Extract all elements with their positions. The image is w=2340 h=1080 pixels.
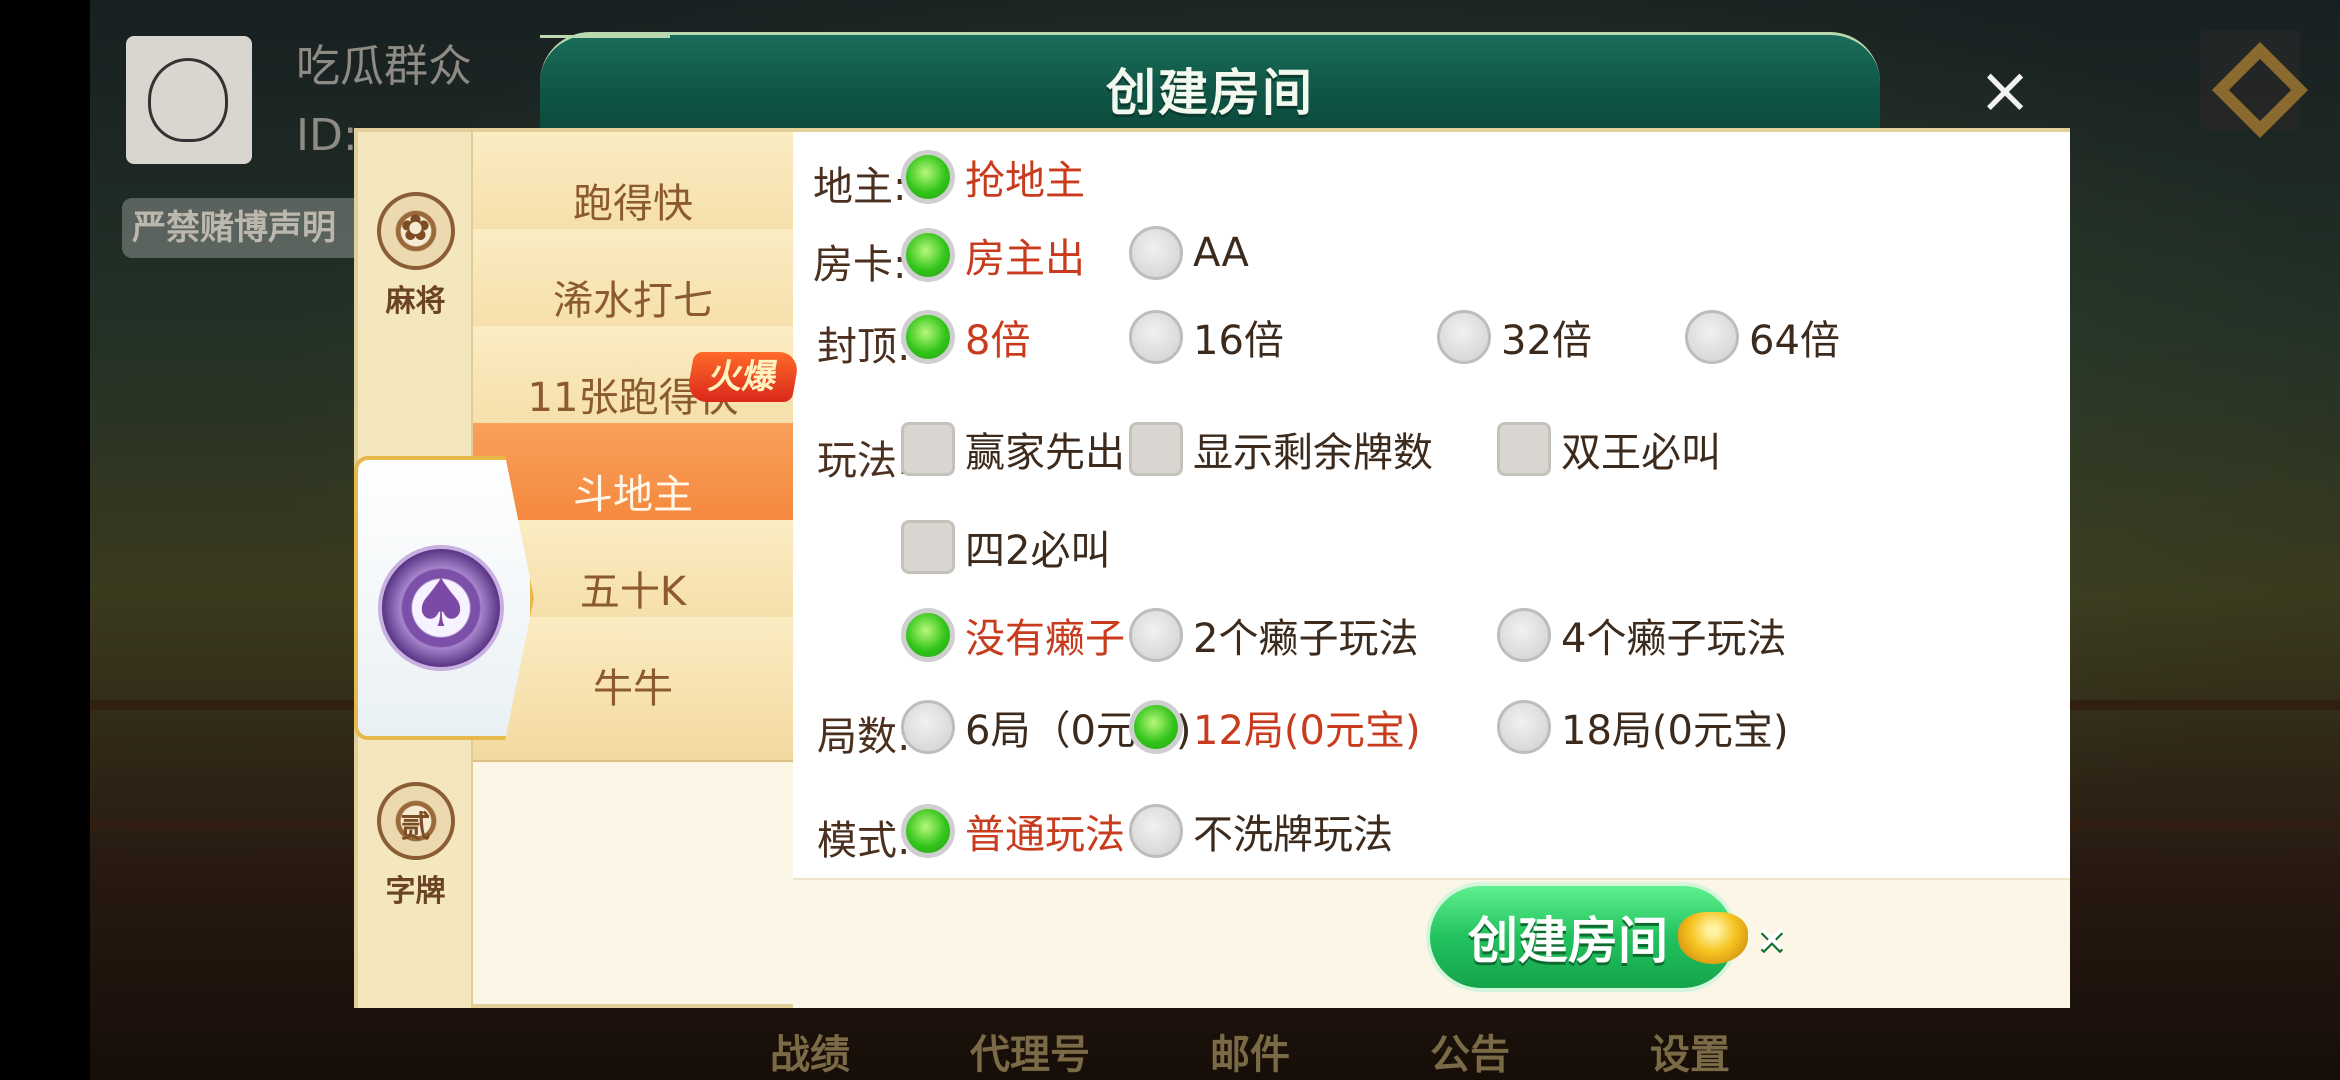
- mahjong-icon: ✿: [376, 192, 455, 270]
- radio-off-icon: [1437, 310, 1491, 364]
- check-show-remaining[interactable]: 显示剩余牌数: [1129, 420, 1433, 478]
- category-poker-tab[interactable]: ♠: [354, 456, 534, 740]
- radio-fangzhuchu[interactable]: 房主出: [901, 226, 1085, 284]
- option-label: AA: [1193, 230, 1249, 276]
- checkbox-icon: [901, 422, 955, 476]
- radio-off-icon: [1497, 608, 1551, 662]
- menu-diamond-icon[interactable]: [2200, 30, 2300, 130]
- radio-on-icon: [901, 228, 955, 282]
- nav-mail[interactable]: 邮件: [1140, 1022, 1360, 1080]
- radio-no-shuffle-mode[interactable]: 不洗牌玩法: [1129, 802, 1393, 860]
- gold-ingot-icon: [1678, 912, 1748, 964]
- option-label: 抢地主: [965, 158, 1085, 204]
- player-id: ID:: [296, 110, 358, 161]
- checkbox-icon: [1497, 422, 1551, 476]
- radio-on-icon: [1129, 700, 1183, 754]
- option-label: 8倍: [965, 318, 1031, 364]
- label-moshi: 模式:: [817, 818, 911, 864]
- avatar[interactable]: [126, 36, 252, 164]
- option-label: 赢家先出: [965, 430, 1125, 476]
- label-fangka: 房卡:: [813, 242, 907, 288]
- option-label: 12局(0元宝): [1193, 708, 1421, 754]
- option-label: 18局(0元宝): [1561, 708, 1789, 754]
- radio-off-icon: [1497, 700, 1551, 754]
- zipai-icon: 贰: [376, 782, 455, 860]
- radio-4-laizi[interactable]: 4个癞子玩法: [1497, 606, 1786, 664]
- radio-2-laizi[interactable]: 2个癞子玩法: [1129, 606, 1418, 664]
- radio-16x[interactable]: 16倍: [1129, 308, 1284, 366]
- option-label: 4个癞子玩法: [1561, 616, 1787, 662]
- category-label: 字牌: [385, 874, 446, 909]
- checkbox-icon: [1129, 422, 1183, 476]
- dialog-title: 创建房间: [1106, 64, 1314, 122]
- option-label: 显示剩余牌数: [1193, 430, 1433, 476]
- option-label: 四2必叫: [965, 528, 1111, 574]
- nav-settings[interactable]: 设置: [1580, 1022, 1800, 1080]
- radio-12-rounds[interactable]: 12局(0元宝): [1129, 698, 1421, 756]
- radio-32x[interactable]: 32倍: [1437, 308, 1592, 366]
- cost-multiplier: ×: [1756, 916, 1788, 960]
- option-label: 2个癞子玩法: [1193, 616, 1419, 662]
- label-jushu: 局数:: [817, 714, 911, 760]
- radio-qiangdizhu[interactable]: 抢地主: [901, 148, 1085, 206]
- nav-record[interactable]: 战绩: [700, 1022, 920, 1080]
- create-room-dialog: 创建房间 × ✿ 麻将 贰 字牌 跑得快 浠水打七 11张跑得快 斗地主 五十K…: [350, 32, 2070, 1012]
- check-winner-first[interactable]: 赢家先出: [901, 420, 1125, 478]
- option-label: 房主出: [965, 236, 1085, 282]
- radio-off-icon: [1129, 804, 1183, 858]
- category-label: 麻将: [385, 284, 446, 319]
- radio-off-icon: [1685, 310, 1739, 364]
- close-button[interactable]: ×: [1970, 56, 2040, 126]
- options-panel[interactable]: 地主: 抢地主 房卡: 房主出 AA 封顶: 8倍 16倍 32倍 64倍 玩法…: [793, 132, 2070, 878]
- option-label: 64倍: [1749, 318, 1840, 364]
- label-fengding: 封顶:: [817, 324, 911, 370]
- dialog-body: ✿ 麻将 贰 字牌 跑得快 浠水打七 11张跑得快 斗地主 五十K 牛牛 ♠ 地…: [354, 128, 2070, 1008]
- radio-off-icon: [901, 700, 955, 754]
- create-room-button[interactable]: 创建房间 ×: [1426, 882, 1788, 992]
- category-zipai[interactable]: 贰 字牌: [358, 782, 473, 910]
- option-label: 没有癞子: [965, 616, 1125, 662]
- nav-agent[interactable]: 代理号: [920, 1022, 1140, 1080]
- radio-on-icon: [901, 608, 955, 662]
- hot-badge: 火爆: [685, 352, 801, 402]
- radio-aa[interactable]: AA: [1129, 226, 1249, 280]
- option-label: 32倍: [1501, 318, 1592, 364]
- radio-on-icon: [901, 804, 955, 858]
- dialog-header: 创建房间: [540, 32, 1880, 132]
- option-label: 双王必叫: [1561, 430, 1721, 476]
- create-room-label: 创建房间: [1468, 912, 1668, 970]
- radio-8x[interactable]: 8倍: [901, 308, 1030, 366]
- radio-no-laizi[interactable]: 没有癞子: [901, 606, 1125, 664]
- radio-18-rounds[interactable]: 18局(0元宝): [1497, 698, 1789, 756]
- option-label: 16倍: [1193, 318, 1284, 364]
- bottom-nav: 战绩 代理号 邮件 公告 设置: [700, 1022, 1800, 1080]
- checkbox-icon: [901, 520, 955, 574]
- option-label: 不洗牌玩法: [1193, 812, 1393, 858]
- check-double-joker[interactable]: 双王必叫: [1497, 420, 1721, 478]
- radio-64x[interactable]: 64倍: [1685, 308, 1840, 366]
- nav-notice[interactable]: 公告: [1360, 1022, 1580, 1080]
- radio-off-icon: [1129, 226, 1183, 280]
- avatar-face-icon: [148, 58, 228, 142]
- label-dizhu: 地主:: [813, 164, 907, 210]
- radio-normal-mode[interactable]: 普通玩法: [901, 802, 1125, 860]
- check-four-twos[interactable]: 四2必叫: [901, 518, 1110, 576]
- radio-off-icon: [1129, 608, 1183, 662]
- radio-on-icon: [901, 150, 955, 204]
- radio-off-icon: [1129, 310, 1183, 364]
- category-mahjong[interactable]: ✿ 麻将: [358, 192, 473, 320]
- option-label: 普通玩法: [965, 812, 1125, 858]
- spade-chip-icon: ♠: [378, 545, 504, 671]
- label-wanfa: 玩法:: [817, 438, 911, 484]
- radio-on-icon: [901, 310, 955, 364]
